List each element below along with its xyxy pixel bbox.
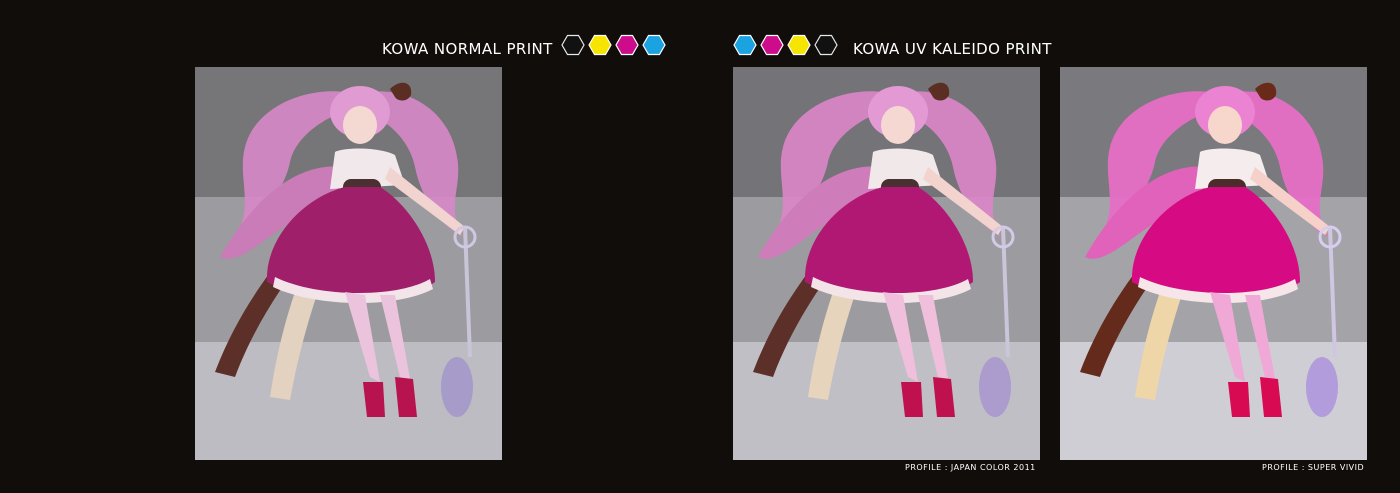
kaleido-print-swatches [732,32,844,58]
white-ink-hexagon-icon [561,34,585,56]
normal-print-swatches [556,32,668,58]
magenta-ink-hexagon-icon [615,34,639,56]
normal-print-heading: KOWA NORMAL PRINT [382,40,553,58]
yellow-ink-hexagon-icon [588,34,612,56]
super-vivid-profile-label: PROFILE : SUPER VIVID [1262,463,1365,472]
kaleido-japan-color-illustration [733,67,1040,460]
kaleido-print-heading: KOWA UV KALEIDO PRINT [853,40,1052,58]
japan-color-profile-label: PROFILE : JAPAN COLOR 2011 [905,463,1036,472]
magenta-ink-hexagon-icon [760,34,784,56]
cyan-ink-hexagon-icon [642,34,666,56]
cyan-ink-hexagon-icon [733,34,757,56]
white-ink-hexagon-icon [814,34,838,56]
kaleido-super-vivid-illustration [1060,67,1367,460]
yellow-ink-hexagon-icon [787,34,811,56]
normal-print-illustration [195,67,502,460]
